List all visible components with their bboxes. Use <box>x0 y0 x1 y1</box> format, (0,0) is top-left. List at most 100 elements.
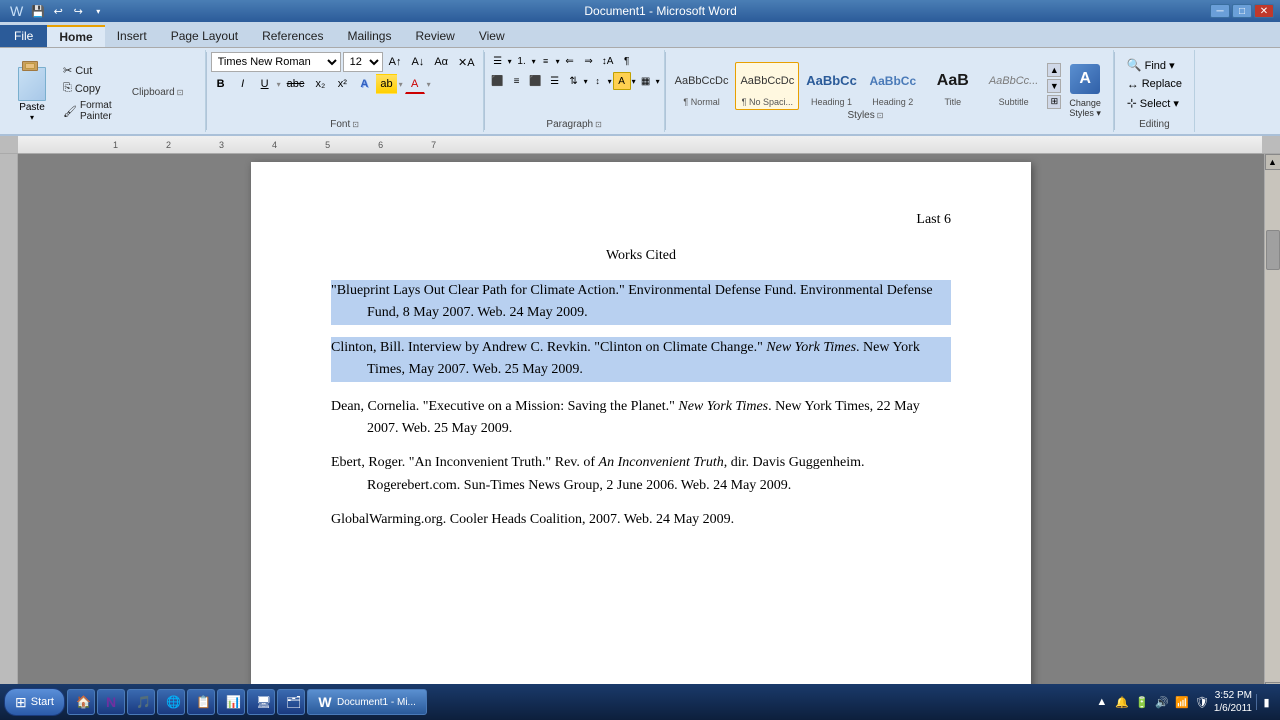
restore-btn[interactable]: □ <box>1232 4 1252 18</box>
taskbar-app-1[interactable]: 🏠 <box>67 689 95 715</box>
strikethrough-btn[interactable]: abc <box>283 74 309 94</box>
scrollbar-vertical[interactable]: ▲ ▼ <box>1264 154 1280 698</box>
decrease-indent-btn[interactable]: ⇐ <box>561 52 579 70</box>
customize-qa-btn[interactable]: ▾ <box>89 2 107 20</box>
paragraph-group-label: Paragraph ⊡ <box>489 119 660 130</box>
justify-btn[interactable]: ☰ <box>546 72 564 90</box>
paste-dropdown-arrow[interactable]: ▾ <box>30 113 34 122</box>
font-expander[interactable]: ⊡ <box>352 120 359 129</box>
redo-btn[interactable]: ↪ <box>69 2 87 20</box>
find-button[interactable]: 🔍 Find ▾ <box>1123 56 1179 74</box>
subscript-btn[interactable]: x₂ <box>310 74 330 94</box>
styles-scroll-up[interactable]: ▲ <box>1047 63 1061 77</box>
align-left-btn[interactable]: ⬛ <box>489 72 507 90</box>
taskbar-app-3[interactable]: 🎵 <box>127 689 155 715</box>
font-family-select[interactable]: Times New Roman <box>211 52 341 72</box>
style-no-spacing[interactable]: AaBbCcDc ¶ No Spaci... <box>735 62 799 110</box>
format-painter-button[interactable]: 🖌 Format Painter <box>60 98 115 124</box>
bullets-dropdown[interactable]: ▾ <box>508 57 512 66</box>
tray-icon-network[interactable]: 📶 <box>1174 694 1190 710</box>
tab-review[interactable]: Review <box>403 25 466 47</box>
multilevel-dropdown[interactable]: ▾ <box>556 57 560 66</box>
select-button[interactable]: ⊹ Select ▾ <box>1123 94 1183 112</box>
styles-scroll-down[interactable]: ▼ <box>1047 79 1061 93</box>
copy-button[interactable]: ⎘ Copy <box>60 80 115 97</box>
taskbar-app-6[interactable]: 📊 <box>217 689 245 715</box>
text-direction-dropdown[interactable]: ▾ <box>584 77 588 86</box>
styles-more[interactable]: ⊞ <box>1047 95 1061 109</box>
taskbar-app-7[interactable]: 🖥 <box>247 689 275 715</box>
taskbar-app-browser[interactable]: 🌐 <box>157 689 185 715</box>
shading-dropdown[interactable]: ▾ <box>632 77 636 86</box>
tab-mailings[interactable]: Mailings <box>335 25 403 47</box>
tab-file[interactable]: File <box>0 25 47 47</box>
save-quick-btn[interactable]: 💾 <box>29 2 47 20</box>
shading-btn[interactable]: A <box>613 72 631 90</box>
sort-btn[interactable]: ↕A <box>599 52 617 70</box>
tray-icon-1[interactable]: ▲ <box>1094 694 1110 710</box>
bullets-btn[interactable]: ☰ <box>489 52 507 70</box>
italic-btn[interactable]: I <box>233 74 253 94</box>
increase-indent-btn[interactable]: ⇒ <box>580 52 598 70</box>
paste-button[interactable]: Paste ▾ <box>8 59 56 124</box>
align-right-btn[interactable]: ⬛ <box>527 72 545 90</box>
tray-icon-4[interactable]: 🔊 <box>1154 694 1170 710</box>
underline-btn[interactable]: U <box>255 74 275 94</box>
system-clock[interactable]: 3:52 PM 1/6/2011 <box>1214 689 1252 715</box>
tab-home[interactable]: Home <box>47 25 104 47</box>
minimize-btn[interactable]: ─ <box>1210 4 1230 18</box>
font-size-select[interactable]: 12 <box>343 52 383 72</box>
replace-button[interactable]: ↔ Replace <box>1123 75 1186 93</box>
change-styles-button[interactable]: A ChangeStyles ▾ <box>1061 60 1109 123</box>
bold-btn[interactable]: B <box>211 74 231 94</box>
style-subtitle[interactable]: AaBbCc... Subtitle <box>984 62 1044 110</box>
taskbar-app-8[interactable]: 🗂 <box>277 689 305 715</box>
document-scroll[interactable]: Last 6 Works Cited "Blueprint Lays Out C… <box>18 154 1264 698</box>
borders-btn[interactable]: ▦ <box>637 72 655 90</box>
style-normal[interactable]: AaBbCcDc ¶ Normal <box>670 62 734 110</box>
line-spacing-btn[interactable]: ↕ <box>589 72 607 90</box>
taskbar-word-active[interactable]: W Document1 - Mi... <box>307 689 427 715</box>
styles-expander[interactable]: ⊡ <box>877 111 884 120</box>
text-direction-btn[interactable]: ⇅ <box>565 72 583 90</box>
cut-button[interactable]: ✂ Cut <box>60 62 115 79</box>
clear-formatting-btn[interactable]: ✕A <box>454 52 479 72</box>
tab-insert[interactable]: Insert <box>105 25 159 47</box>
tray-icon-3[interactable]: 🔋 <box>1134 694 1150 710</box>
style-title[interactable]: AaB Title <box>924 62 982 110</box>
scroll-up-arrow[interactable]: ▲ <box>1265 154 1280 170</box>
show-formatting-btn[interactable]: ¶ <box>618 52 636 70</box>
start-button[interactable]: ⊞ Start <box>4 688 65 716</box>
replace-icon: ↔ <box>1127 77 1139 91</box>
font-color-btn[interactable]: A <box>405 74 425 94</box>
superscript-btn[interactable]: x² <box>332 74 352 94</box>
font-group-label: Font ⊡ <box>211 119 479 130</box>
tab-view[interactable]: View <box>467 25 517 47</box>
shrink-font-btn[interactable]: A↓ <box>407 52 428 72</box>
close-btn[interactable]: ✕ <box>1254 4 1274 18</box>
style-heading2[interactable]: AaBbCc Heading 2 <box>864 62 922 110</box>
undo-btn[interactable]: ↩ <box>49 2 67 20</box>
highlight-btn[interactable]: ab <box>376 74 396 94</box>
scroll-thumb[interactable] <box>1266 230 1280 270</box>
paragraph-expander[interactable]: ⊡ <box>595 120 602 129</box>
change-case-btn[interactable]: Aα <box>430 52 452 72</box>
multilevel-btn[interactable]: ≡ <box>537 52 555 70</box>
tray-icon-2[interactable]: 🔔 <box>1114 694 1130 710</box>
taskbar-app-5[interactable]: 📋 <box>187 689 215 715</box>
text-effect-btn[interactable]: A <box>354 74 374 94</box>
bib-entry-5: GlobalWarming.org. Cooler Heads Coalitio… <box>331 509 951 531</box>
align-center-btn[interactable]: ≡ <box>508 72 526 90</box>
grow-font-btn[interactable]: A↑ <box>385 52 406 72</box>
clipboard-expander[interactable]: ⊡ <box>177 88 184 97</box>
numbering-btn[interactable]: 1. <box>513 52 531 70</box>
show-desktop-btn[interactable]: ▮ <box>1256 694 1272 710</box>
taskbar-app-onenote[interactable]: N <box>97 689 125 715</box>
borders-dropdown[interactable]: ▾ <box>656 77 660 86</box>
numbering-dropdown[interactable]: ▾ <box>532 57 536 66</box>
tray-icon-5[interactable]: 🛡 <box>1194 694 1210 710</box>
tab-page-layout[interactable]: Page Layout <box>159 25 250 47</box>
line-spacing-dropdown[interactable]: ▾ <box>608 77 612 86</box>
tab-references[interactable]: References <box>250 25 335 47</box>
style-heading1[interactable]: AaBbCc Heading 1 <box>801 62 862 110</box>
